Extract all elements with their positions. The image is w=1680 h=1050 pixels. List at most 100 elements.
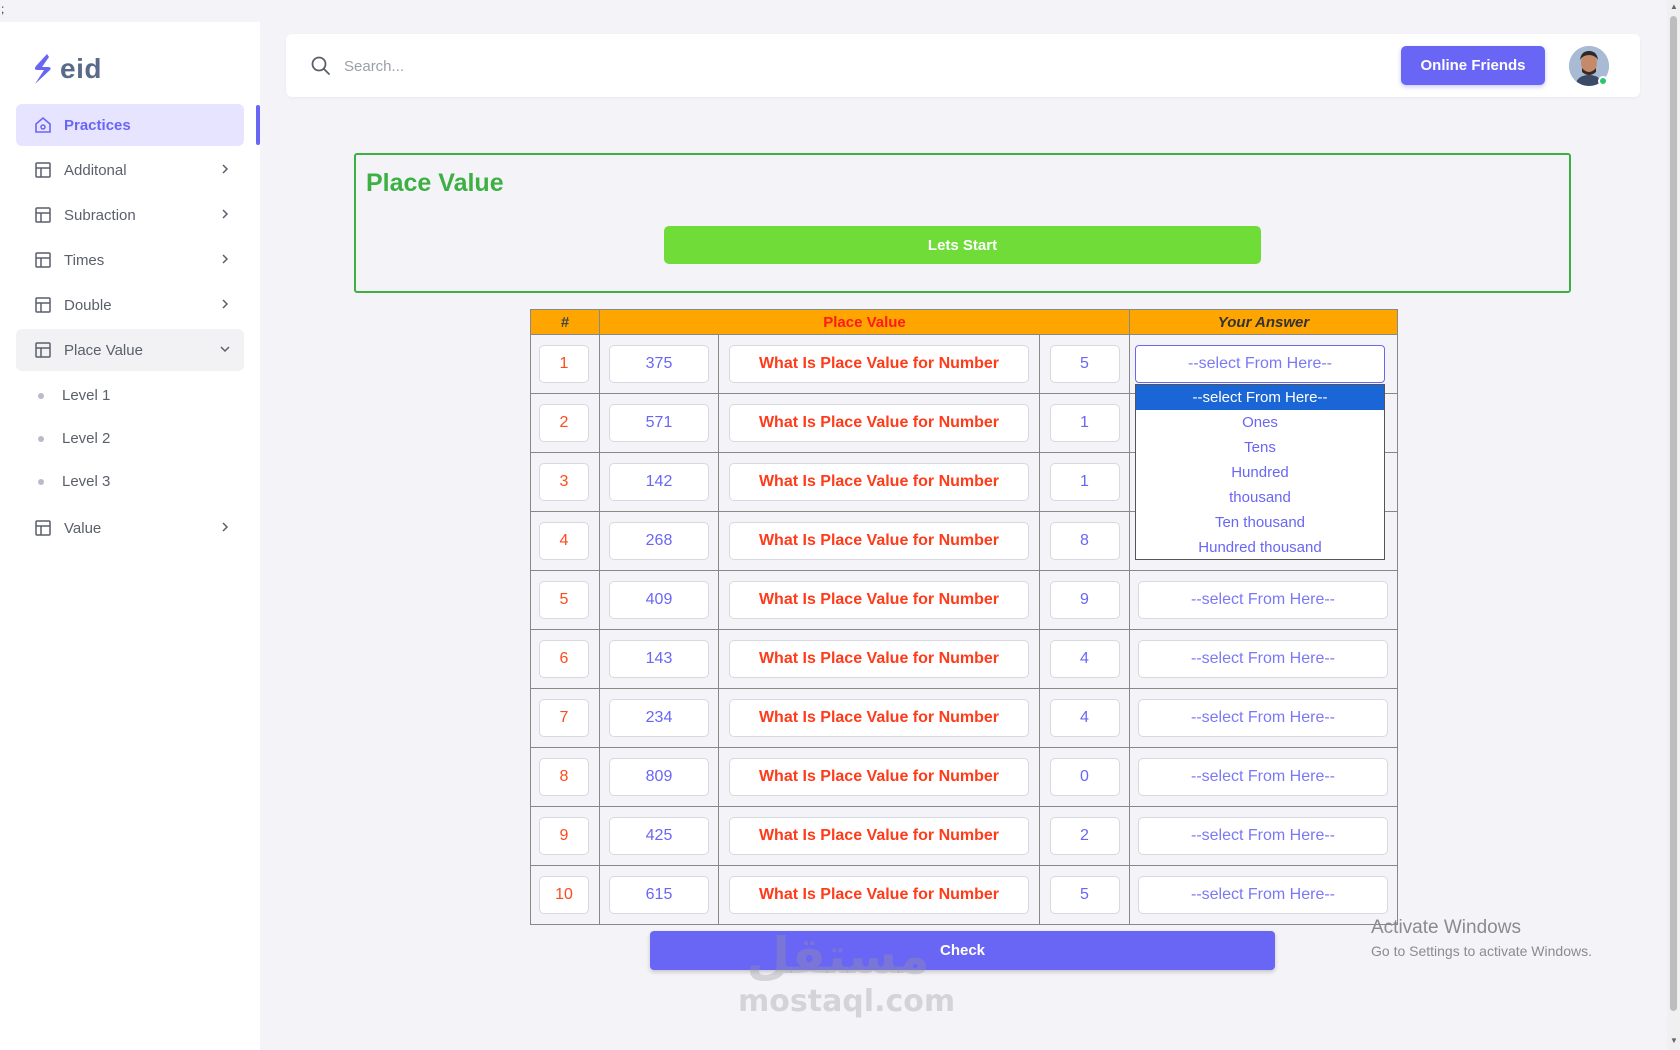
question-cell: 809 What Is Place Value for Number 0	[599, 747, 1130, 807]
table-row: 10 615 What Is Place Value for Number 5 --se…	[530, 865, 1398, 925]
question-text: What Is Place Value for Number	[729, 522, 1029, 560]
index-cell: 5	[530, 570, 600, 630]
chevron-down-icon	[220, 346, 230, 353]
dropdown-option[interactable]: Hundred	[1136, 460, 1384, 485]
online-friends-button[interactable]: Online Friends	[1401, 46, 1545, 85]
digit-value: 8	[1049, 522, 1120, 560]
table-row: 7 234 What Is Place Value for Number 4 --sel…	[530, 688, 1398, 748]
question-text: What Is Place Value for Number	[729, 345, 1029, 383]
row-number: 5	[539, 581, 589, 619]
question-cell: 142 What Is Place Value for Number 1	[599, 452, 1130, 512]
answer-select[interactable]: --select From Here--	[1138, 758, 1388, 796]
bullet-icon	[38, 392, 44, 399]
sidebar-item-value[interactable]: Value	[16, 507, 244, 549]
answer-cell: --select From Here--	[1129, 629, 1398, 689]
place-value-card: Place Value Lets Start	[354, 153, 1571, 293]
question-cell: 425 What Is Place Value for Number 2	[599, 806, 1130, 866]
number-value: 268	[609, 522, 709, 560]
index-cell: 3	[530, 452, 600, 512]
digit-value: 0	[1049, 758, 1120, 796]
index-cell: 2	[530, 393, 600, 453]
layout-icon	[34, 296, 52, 314]
sidebar-item-label: Subraction	[64, 206, 136, 224]
sidebar-subitem-level-2[interactable]: Level 2	[16, 417, 244, 460]
answer-cell: --select From Here--	[1129, 747, 1398, 807]
sidebar-item-times[interactable]: Times	[16, 239, 244, 281]
sidebar-item-label: Additonal	[64, 161, 127, 179]
table-row: 5 409 What Is Place Value for Number 9 --sel…	[530, 570, 1398, 630]
row-number: 1	[539, 345, 589, 383]
answer-select[interactable]: --select From Here--	[1138, 876, 1388, 914]
digit-value: 5	[1049, 345, 1120, 383]
answer-options-list: --select From Here-- Ones Tens Hundred thous…	[1135, 384, 1385, 560]
answer-cell: --select From Here--	[1129, 806, 1398, 866]
sidebar-subitem-label: Level 2	[62, 430, 111, 447]
chevron-right-icon	[222, 522, 229, 532]
number-value: 809	[609, 758, 709, 796]
answer-cell: --select From Here--	[1129, 865, 1398, 925]
answer-select[interactable]: --select From Here--	[1138, 581, 1388, 619]
dropdown-option[interactable]: Ten thousand	[1136, 510, 1384, 535]
search-input[interactable]	[344, 50, 944, 82]
number-value: 142	[609, 463, 709, 501]
question-cell: 375 What Is Place Value for Number 5	[599, 334, 1130, 394]
answer-select[interactable]: --select From Here--	[1138, 699, 1388, 737]
sidebar-item-label: Value	[64, 519, 102, 537]
sidebar-item-double[interactable]: Double	[16, 284, 244, 326]
sidebar-item-additonal[interactable]: Additonal	[16, 149, 244, 191]
digit-value: 4	[1049, 699, 1120, 737]
sidebar-subitem-level-3[interactable]: Level 3	[16, 460, 244, 503]
dropdown-option[interactable]: Ones	[1136, 410, 1384, 435]
question-text: What Is Place Value for Number	[729, 404, 1029, 442]
question-text: What Is Place Value for Number	[729, 817, 1029, 855]
row-number: 10	[539, 876, 589, 914]
dropdown-option[interactable]: thousand	[1136, 485, 1384, 510]
index-cell: 6	[530, 629, 600, 689]
scrollbar-thumb[interactable]	[1670, 16, 1677, 1011]
row-number: 9	[539, 817, 589, 855]
brand-logo[interactable]: eid	[30, 52, 102, 86]
question-cell: 409 What Is Place Value for Number 9	[599, 570, 1130, 630]
digit-value: 1	[1049, 404, 1120, 442]
sidebar-item-place-value[interactable]: Place Value	[16, 329, 244, 371]
lets-start-button[interactable]: Lets Start	[664, 226, 1261, 264]
dropdown-option[interactable]: Tens	[1136, 435, 1384, 460]
question-text: What Is Place Value for Number	[729, 758, 1029, 796]
watermark: مستقل mostaql.com	[738, 928, 955, 1019]
sidebar-subitem-label: Level 3	[62, 473, 111, 490]
answer-select[interactable]: --select From Here--	[1138, 640, 1388, 678]
scroll-up-arrow-icon[interactable]: ▲	[1670, 2, 1678, 11]
question-text: What Is Place Value for Number	[729, 463, 1029, 501]
layout-icon	[34, 251, 52, 269]
index-cell: 1	[530, 334, 600, 394]
number-value: 615	[609, 876, 709, 914]
number-value: 375	[609, 345, 709, 383]
stray-character: ;	[1, 2, 5, 16]
sidebar-subitem-level-1[interactable]: Level 1	[16, 374, 244, 417]
chevron-right-icon	[222, 209, 229, 219]
sidebar-item-subraction[interactable]: Subraction	[16, 194, 244, 236]
number-value: 425	[609, 817, 709, 855]
windows-activation-notice: Activate Windows Go to Settings to activ…	[1371, 917, 1592, 959]
answer-cell: --select From Here--	[1129, 688, 1398, 748]
question-text: What Is Place Value for Number	[729, 640, 1029, 678]
index-cell: 7	[530, 688, 600, 748]
page-scrollbar[interactable]: ▲ ▼	[1667, 0, 1680, 1050]
row-number: 2	[539, 404, 589, 442]
answer-select[interactable]: --select From Here--	[1138, 817, 1388, 855]
number-value: 571	[609, 404, 709, 442]
scroll-down-arrow-icon[interactable]: ▼	[1670, 1036, 1678, 1045]
dropdown-option[interactable]: Hundred thousand	[1136, 535, 1384, 560]
activation-title: Activate Windows	[1371, 917, 1521, 938]
question-cell: 143 What Is Place Value for Number 4	[599, 629, 1130, 689]
page-title: Place Value	[366, 169, 504, 197]
number-value: 234	[609, 699, 709, 737]
layout-icon	[34, 341, 52, 359]
answer-select-open[interactable]: --select From Here--	[1135, 345, 1385, 383]
sidebar-item-practices[interactable]: Practices	[16, 104, 244, 146]
dropdown-option[interactable]: --select From Here--	[1136, 385, 1384, 410]
layout-icon	[34, 206, 52, 224]
topbar: Online Friends	[286, 34, 1640, 97]
active-indicator	[256, 105, 260, 145]
sidebar-nav: Practices Additonal Subraction Times Dou…	[16, 104, 244, 552]
